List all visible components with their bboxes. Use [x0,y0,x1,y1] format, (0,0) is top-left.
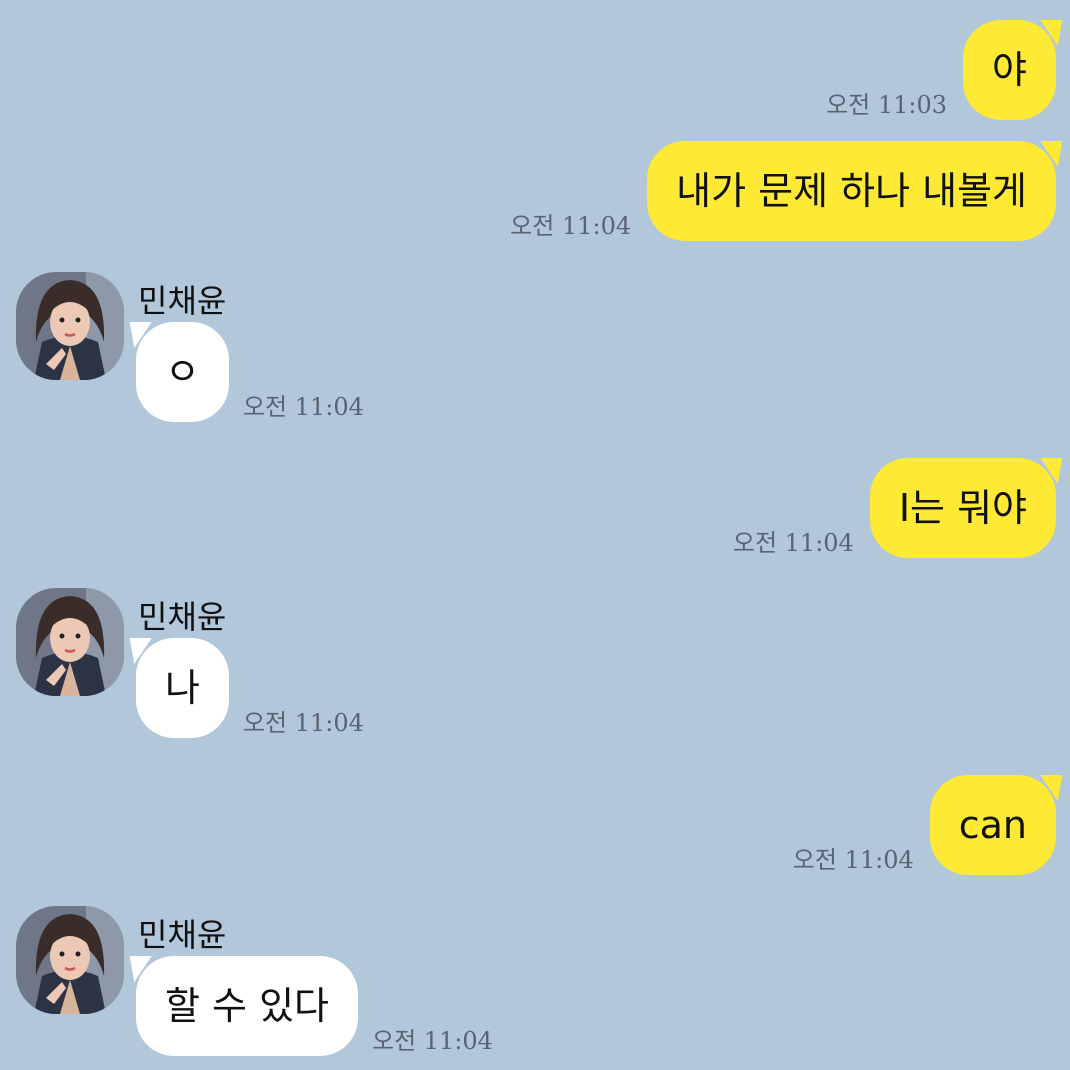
message-timestamp: 오전 11:04 [242,709,364,737]
message-timestamp: 오전 11:04 [510,212,632,240]
outgoing-message: 오전 11:04 I는 뭐야 [733,458,1056,558]
their-message-bubble[interactable]: 할 수 있다 [136,956,358,1056]
message-timestamp: 오전 11:04 [732,529,854,557]
message-timestamp: 오전 11:04 [792,846,914,874]
outgoing-message: 오전 11:03 야 [826,20,1056,120]
my-message-bubble[interactable]: 야 [963,20,1056,120]
message-timestamp: 오전 11:04 [372,1027,493,1055]
their-message-bubble[interactable]: 나 [136,638,229,738]
outgoing-message: 오전 11:04 내가 문제 하나 내볼게 [510,141,1056,241]
their-message-bubble[interactable]: ㅇ [136,322,229,422]
outgoing-message: 오전 11:04 can [793,775,1056,875]
message-timestamp: 오전 11:04 [242,393,364,421]
profile-avatar[interactable] [16,588,124,696]
profile-avatar[interactable] [16,272,124,380]
chat-room[interactable]: 오전 11:03 야 오전 11:04 내가 문제 하나 내볼게 민채윤 ㅇ 오… [0,0,1070,1070]
sender-name: 민채윤 [138,916,227,954]
my-message-bubble[interactable]: can [929,775,1056,875]
sender-name: 민채윤 [138,598,227,636]
my-message-bubble[interactable]: I는 뭐야 [869,458,1056,558]
my-message-bubble[interactable]: 내가 문제 하나 내볼게 [647,141,1056,241]
profile-avatar[interactable] [16,906,124,1014]
sender-name: 민채윤 [138,282,227,320]
message-timestamp: 오전 11:03 [826,91,948,119]
